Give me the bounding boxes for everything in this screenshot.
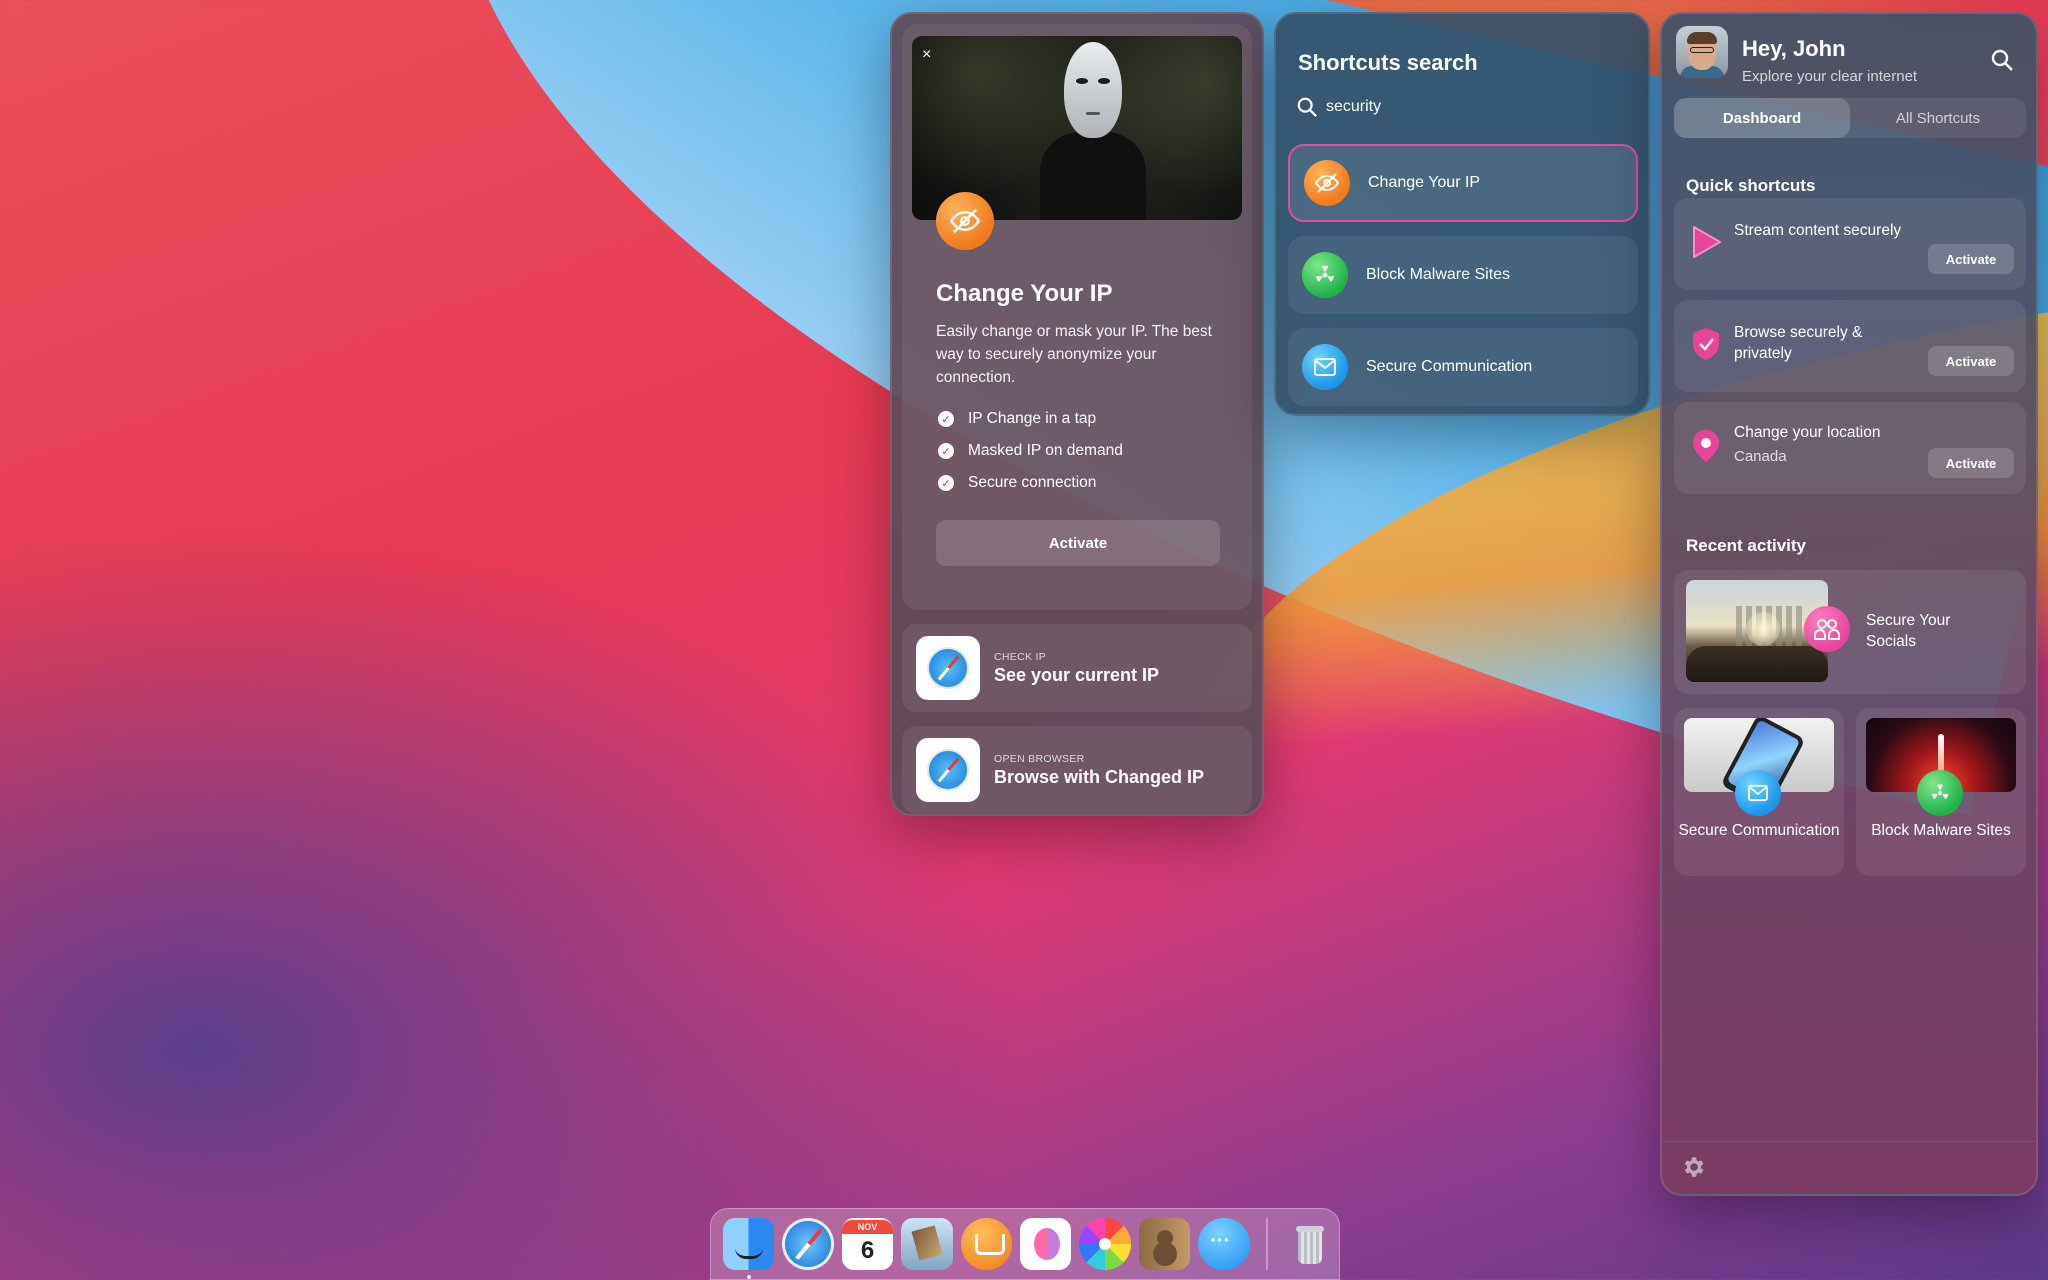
search-title: Shortcuts search — [1298, 50, 1478, 75]
quick-shortcut-label: Stream content securely — [1734, 222, 1902, 239]
link-kicker: CHECK IP — [994, 650, 1046, 663]
envelope-icon — [1735, 770, 1781, 816]
result-label: Secure Communication — [1366, 358, 1533, 375]
link-title: See your current IP — [994, 664, 1160, 685]
tab-bar: Dashboard All Shortcuts — [1674, 98, 2026, 138]
quick-shortcut-browse[interactable]: Browse securely & privately Activate — [1674, 300, 2026, 392]
contacts-icon[interactable] — [1138, 1218, 1191, 1270]
footer-divider — [1662, 1141, 2036, 1142]
check-icon: ✓ — [938, 443, 954, 459]
gear-icon[interactable] — [1680, 1154, 1706, 1180]
check-ip-link[interactable]: CHECK IP See your current IP — [902, 624, 1252, 712]
safari-icon[interactable] — [782, 1218, 834, 1270]
safari-compass-icon — [916, 738, 980, 802]
search-input[interactable] — [1326, 98, 1606, 116]
radiation-icon — [1917, 770, 1963, 816]
detail-title: Change Your IP — [936, 280, 1113, 307]
safari-compass-icon — [916, 636, 980, 700]
search-result-secure-communication[interactable]: Secure Communication — [1288, 328, 1638, 406]
shortcuts-search-panel: Shortcuts search Change Your IP Block Ma… — [1274, 12, 1650, 416]
photos-icon[interactable] — [1079, 1218, 1131, 1270]
result-label: Change Your IP — [1368, 174, 1481, 191]
location-value: Canada — [1734, 448, 1787, 465]
detail-description: Easily change or mask your IP. The best … — [936, 323, 1212, 386]
greeting: Hey, John — [1742, 36, 1846, 61]
envelope-icon — [1302, 344, 1348, 390]
quick-shortcut-location[interactable]: Change your location Canada Activate — [1674, 402, 2026, 494]
finder-icon[interactable] — [723, 1218, 775, 1279]
activate-button[interactable]: Activate — [936, 520, 1220, 566]
messages-icon[interactable] — [1198, 1218, 1250, 1270]
result-label: Block Malware Sites — [1366, 266, 1511, 283]
tab-dashboard[interactable]: Dashboard — [1674, 98, 1850, 138]
feature-item: ✓ IP Change in a tap — [938, 410, 1123, 428]
books-icon[interactable] — [960, 1218, 1013, 1270]
recent-secure-socials[interactable]: Secure Your Socials — [1674, 570, 2026, 694]
search-bar — [1296, 96, 1606, 118]
search-icon[interactable] — [1990, 48, 2014, 72]
app-icon[interactable] — [1020, 1218, 1072, 1270]
quick-shortcut-stream[interactable]: Stream content securely Activate — [1674, 198, 2026, 290]
trash-icon[interactable] — [1284, 1218, 1335, 1270]
avatar[interactable] — [1676, 26, 1728, 78]
search-icon — [1297, 97, 1317, 117]
check-icon: ✓ — [938, 475, 954, 491]
feature-list: ✓ IP Change in a tap ✓ Masked IP on demand… — [938, 410, 1123, 506]
quick-shortcut-label: Browse securely & privately — [1734, 324, 1863, 362]
activate-button[interactable]: Activate — [1928, 346, 2014, 376]
tile-label: Block Malware Sites — [1871, 822, 2011, 839]
mask-figure — [1064, 42, 1122, 138]
link-kicker: OPEN BROWSER — [994, 752, 1085, 765]
shortcut-detail-panel: × Change Your IP Easily change or mask y… — [890, 12, 1264, 816]
quick-shortcut-label: Change your location — [1734, 424, 1881, 441]
eye-slash-icon — [1304, 160, 1350, 206]
play-icon — [1693, 226, 1721, 258]
activate-button[interactable]: Activate — [1928, 448, 2014, 478]
eye-slash-icon — [936, 192, 994, 250]
close-button[interactable]: × — [922, 46, 931, 64]
dock: NOV 6 — [710, 1208, 1340, 1280]
link-title: Browse with Changed IP — [994, 766, 1205, 787]
preview-icon[interactable] — [901, 1218, 953, 1270]
recent-label: Secure Your Socials — [1866, 612, 1951, 650]
recent-activity-title: Recent activity — [1686, 536, 1806, 555]
quick-shortcuts-title: Quick shortcuts — [1686, 176, 1816, 195]
feature-item: ✓ Secure connection — [938, 474, 1123, 492]
open-browser-link[interactable]: OPEN BROWSER Browse with Changed IP — [902, 726, 1252, 814]
search-result-block-malware[interactable]: Block Malware Sites — [1288, 236, 1638, 314]
activate-button[interactable]: Activate — [1928, 244, 2014, 274]
calendar-icon[interactable]: NOV 6 — [841, 1218, 894, 1270]
greeting-subtitle: Explore your clear internet — [1742, 68, 1918, 85]
location-pin-icon — [1693, 430, 1719, 462]
people-icon — [1804, 606, 1850, 652]
dock-separator — [1265, 1218, 1268, 1270]
tab-all-shortcuts[interactable]: All Shortcuts — [1850, 98, 2026, 138]
recent-secure-communication[interactable]: Secure Communication — [1674, 708, 1844, 876]
check-icon: ✓ — [938, 411, 954, 427]
shield-check-icon — [1693, 328, 1719, 360]
radiation-icon — [1302, 252, 1348, 298]
dashboard-panel: Hey, John Explore your clear internet Da… — [1660, 12, 2038, 1196]
tile-label: Secure Communication — [1678, 822, 1840, 839]
feature-item: ✓ Masked IP on demand — [938, 442, 1123, 460]
recent-block-malware[interactable]: Block Malware Sites — [1856, 708, 2026, 876]
search-result-change-ip[interactable]: Change Your IP — [1288, 144, 1638, 222]
